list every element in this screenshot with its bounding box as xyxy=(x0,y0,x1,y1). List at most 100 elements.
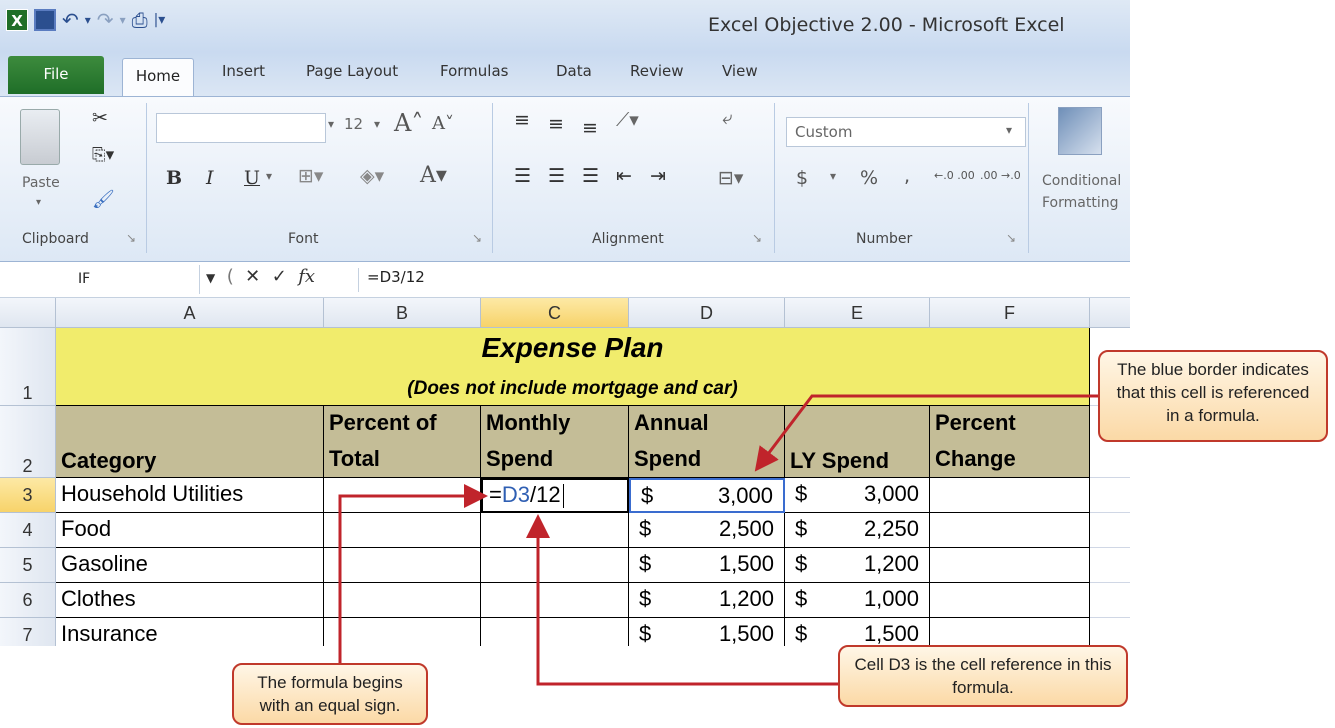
number-launcher-icon[interactable]: ↘ xyxy=(1006,231,1016,245)
name-box[interactable]: IF xyxy=(0,265,200,294)
cell-b5[interactable] xyxy=(324,548,481,583)
cell-e5[interactable]: $1,200 xyxy=(785,548,930,583)
header-percent-change[interactable]: Percent Change xyxy=(930,406,1090,478)
align-left-icon[interactable]: ☰ xyxy=(514,165,531,187)
column-header-d[interactable]: D xyxy=(629,298,785,328)
column-header-f[interactable]: F xyxy=(930,298,1090,328)
column-header-b[interactable]: B xyxy=(324,298,481,328)
column-header-a[interactable]: A xyxy=(56,298,324,328)
number-format-dropdown-icon[interactable]: ▾ xyxy=(1006,123,1012,137)
column-header-c[interactable]: C xyxy=(481,298,629,328)
cell-a5[interactable]: Gasoline xyxy=(56,548,324,583)
cancel-icon[interactable]: ( xyxy=(221,266,234,287)
header-annual-spend[interactable]: Annual Spend xyxy=(629,406,785,478)
name-box-dropdown-icon[interactable]: ▼ xyxy=(206,271,215,285)
percent-button[interactable]: % xyxy=(860,167,878,189)
select-all-corner[interactable] xyxy=(0,298,56,328)
row-header-2[interactable]: 2 xyxy=(0,406,56,478)
print-icon[interactable]: ⎙ xyxy=(132,8,148,32)
cell-b7[interactable] xyxy=(324,618,481,646)
cut-icon[interactable]: ✂ xyxy=(92,107,108,129)
font-launcher-icon[interactable]: ↘ xyxy=(472,231,482,245)
align-right-icon[interactable]: ☰ xyxy=(582,165,599,187)
cell-f5[interactable] xyxy=(930,548,1090,583)
decrease-indent-icon[interactable]: ⇤ xyxy=(616,165,632,187)
cell-d6[interactable]: $1,200 xyxy=(629,583,785,618)
orientation-icon[interactable]: ⟋▾ xyxy=(616,109,639,131)
cell-c4[interactable] xyxy=(481,513,629,548)
row-header-6[interactable]: 6 xyxy=(0,583,56,618)
tab-insert[interactable]: Insert xyxy=(222,62,265,80)
conditional-formatting-line1[interactable]: Conditional xyxy=(1042,173,1121,189)
align-center-icon[interactable]: ☰ xyxy=(548,165,565,187)
redo-icon[interactable]: ↷ xyxy=(97,8,114,32)
customize-icon[interactable]: |▾ xyxy=(154,12,166,28)
tab-view[interactable]: View xyxy=(722,62,758,80)
cell-f7[interactable] xyxy=(930,618,1090,646)
save-icon[interactable] xyxy=(34,9,56,31)
cell-g3[interactable] xyxy=(1090,478,1130,513)
clipboard-launcher-icon[interactable]: ↘ xyxy=(126,231,136,245)
increase-decimal-button[interactable]: ←.0 .00 xyxy=(934,169,975,182)
redo-dropdown-icon[interactable]: ▾ xyxy=(120,13,126,27)
cell-g5[interactable] xyxy=(1090,548,1130,583)
tab-page-layout[interactable]: Page Layout xyxy=(306,62,398,80)
cancel-entry-icon[interactable]: ✕ xyxy=(239,266,260,287)
underline-button[interactable]: U xyxy=(244,167,260,189)
comma-button[interactable]: , xyxy=(904,165,910,187)
cell-f6[interactable] xyxy=(930,583,1090,618)
cell-e4[interactable]: $2,250 xyxy=(785,513,930,548)
row-header-1[interactable]: 1 xyxy=(0,328,56,406)
tab-review[interactable]: Review xyxy=(630,62,684,80)
cell-e3[interactable]: $3,000 xyxy=(785,478,930,513)
cell-g4[interactable] xyxy=(1090,513,1130,548)
cell-f4[interactable] xyxy=(930,513,1090,548)
cell-c3-active[interactable]: =D3/12 xyxy=(481,478,629,513)
bold-button[interactable]: B xyxy=(166,167,182,189)
currency-dropdown-icon[interactable]: ▾ xyxy=(830,169,836,183)
number-format-combo[interactable]: Custom xyxy=(786,117,1026,147)
cell-e7[interactable]: $1,500 xyxy=(785,618,930,646)
formula-input[interactable]: =D3/12 xyxy=(358,268,425,292)
cell-d4[interactable]: $2,500 xyxy=(629,513,785,548)
header-percent-of-total[interactable]: Percent of Total xyxy=(324,406,481,478)
increase-indent-icon[interactable]: ⇥ xyxy=(650,165,666,187)
cell-c7[interactable] xyxy=(481,618,629,646)
font-size-dropdown-icon[interactable]: ▾ xyxy=(374,117,380,131)
cell-c5[interactable] xyxy=(481,548,629,583)
merge-center-icon[interactable]: ⊟▾ xyxy=(718,167,743,189)
column-header-e[interactable]: E xyxy=(785,298,930,328)
cell-e6[interactable]: $1,000 xyxy=(785,583,930,618)
cell-d3-referenced[interactable]: $3,000 xyxy=(629,478,785,513)
cell-c6[interactable] xyxy=(481,583,629,618)
excel-logo-icon[interactable]: X xyxy=(6,9,28,31)
row-header-3[interactable]: 3 xyxy=(0,478,56,513)
cell-a3[interactable]: Household Utilities xyxy=(56,478,324,513)
copy-icon[interactable]: ⎘▾ xyxy=(92,145,114,165)
cell-g6[interactable] xyxy=(1090,583,1130,618)
font-name-dropdown-icon[interactable]: ▾ xyxy=(328,117,334,131)
align-bottom-icon[interactable]: ≡ xyxy=(582,117,598,139)
cell-b6[interactable] xyxy=(324,583,481,618)
italic-button[interactable]: I xyxy=(206,167,214,189)
tab-formulas[interactable]: Formulas xyxy=(440,62,508,80)
cell-b4[interactable] xyxy=(324,513,481,548)
format-painter-icon[interactable]: 🖌 xyxy=(92,189,115,210)
grow-font-icon[interactable]: A˄ xyxy=(394,109,423,137)
font-name-combo[interactable] xyxy=(156,113,326,143)
row-header-5[interactable]: 5 xyxy=(0,548,56,583)
insert-function-icon[interactable]: fx xyxy=(293,266,315,287)
paste-button[interactable]: Paste xyxy=(22,175,60,191)
cell-a4[interactable]: Food xyxy=(56,513,324,548)
cell-b3[interactable] xyxy=(324,478,481,513)
underline-dropdown-icon[interactable]: ▾ xyxy=(266,169,272,183)
cell-d5[interactable]: $1,500 xyxy=(629,548,785,583)
header-monthly-spend[interactable]: Monthly Spend xyxy=(481,406,629,478)
tab-home[interactable]: Home xyxy=(122,58,194,96)
tab-file[interactable]: File xyxy=(8,56,104,94)
font-size-value[interactable]: 12 xyxy=(344,115,363,133)
cell-f3[interactable] xyxy=(930,478,1090,513)
row-header-7[interactable]: 7 xyxy=(0,618,56,646)
title-cell[interactable]: Expense Plan (Does not include mortgage … xyxy=(56,328,1090,406)
paste-icon[interactable] xyxy=(20,109,60,165)
